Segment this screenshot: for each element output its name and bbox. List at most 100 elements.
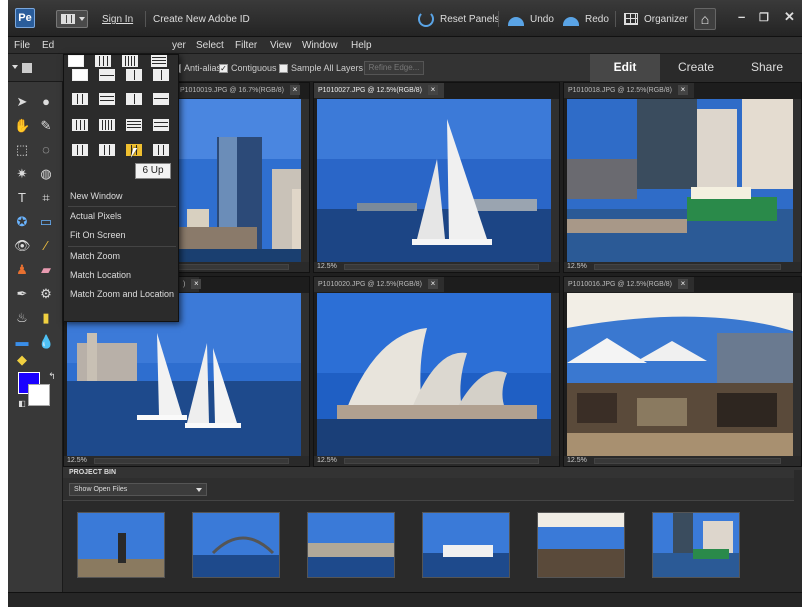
zoom-tool-icon[interactable]: ●: [38, 94, 54, 110]
clone-stamp-icon[interactable]: ♟: [14, 262, 30, 278]
close-tab-icon[interactable]: ×: [428, 279, 438, 289]
vertical-scrollbar[interactable]: [551, 99, 559, 262]
layout-6up-grid-icon[interactable]: [153, 144, 169, 156]
thumbnail-circular-quay[interactable]: [652, 512, 740, 578]
vertical-scrollbar[interactable]: [793, 99, 801, 262]
menu-match-location[interactable]: Match Location: [70, 270, 131, 280]
menu-match-zoom-location[interactable]: Match Zoom and Location: [70, 289, 174, 299]
shape-tool-icon[interactable]: ▬: [14, 334, 30, 350]
layout-3up-vertical-icon[interactable]: [72, 93, 88, 105]
red-eye-tool-icon[interactable]: 👁: [14, 238, 31, 254]
close-tab-icon[interactable]: ×: [290, 85, 300, 95]
home-button[interactable]: ⌂: [694, 8, 716, 30]
type-tool-icon[interactable]: T: [14, 190, 30, 206]
menu-match-zoom[interactable]: Match Zoom: [70, 251, 120, 261]
layout-2up-horizontal-icon[interactable]: [99, 69, 115, 81]
horizontal-scrollbar[interactable]: [94, 458, 289, 464]
reset-panels-button[interactable]: Reset Panels: [418, 10, 499, 28]
horizontal-scrollbar[interactable]: [594, 264, 781, 270]
tab-share[interactable]: Share: [732, 54, 802, 82]
layout-4up-vertical-icon[interactable]: [72, 119, 88, 131]
paint-bucket-icon[interactable]: ♨: [14, 310, 30, 326]
tab-edit[interactable]: Edit: [590, 54, 660, 82]
sign-in-link[interactable]: Sign In: [102, 14, 133, 25]
thumbnail-cafe[interactable]: [537, 512, 625, 578]
blur-tool-icon[interactable]: 💧: [38, 334, 54, 350]
menu-actual-pixels[interactable]: Actual Pixels: [70, 211, 122, 221]
swap-colors-icon[interactable]: ↰: [44, 368, 60, 384]
smart-brush-icon[interactable]: ⚙: [38, 286, 54, 302]
menu-select[interactable]: Select: [196, 40, 224, 51]
straighten-tool-icon[interactable]: ▭: [38, 214, 54, 230]
brush-tool-icon[interactable]: ✒: [14, 286, 30, 302]
thumbnail-statue[interactable]: [77, 512, 165, 578]
minimize-button[interactable]: –: [738, 9, 745, 24]
menu-file[interactable]: File: [14, 40, 30, 51]
project-bin-filter-select[interactable]: Show Open Files: [69, 483, 207, 496]
anti-alias-checkbox[interactable]: ✓ Anti-alias: [172, 63, 221, 73]
menu-new-window[interactable]: New Window: [70, 191, 123, 201]
cookie-cutter-icon[interactable]: ✪: [14, 214, 30, 230]
thumbnail-ferry[interactable]: [422, 512, 510, 578]
quick-selection-icon[interactable]: ◍: [38, 166, 54, 182]
document-tab[interactable]: P1010016.JPG @ 12.5%(RGB/8) ×: [564, 277, 694, 292]
magic-wand-icon[interactable]: ✷: [14, 166, 30, 182]
vertical-scrollbar[interactable]: [301, 293, 309, 456]
contiguous-checkbox[interactable]: ✓ Contiguous: [219, 63, 277, 73]
document-window[interactable]: P1010020.JPG @ 12.5%(RGB/8) × 12.5%: [313, 276, 560, 467]
menu-layer[interactable]: yer: [172, 40, 186, 51]
sample-all-layers-checkbox[interactable]: Sample All Layers: [279, 63, 363, 73]
menu-filter[interactable]: Filter: [235, 40, 257, 51]
eyedropper-icon[interactable]: ✎: [38, 118, 54, 134]
background-color-swatch[interactable]: [28, 384, 50, 406]
tab-create[interactable]: Create: [661, 54, 731, 82]
marquee-tool-icon[interactable]: ⬚: [14, 142, 30, 158]
menu-fit-on-screen[interactable]: Fit On Screen: [70, 230, 126, 240]
menu-view[interactable]: View: [270, 40, 292, 51]
document-tab[interactable]: P1010020.JPG @ 12.5%(RGB/8) ×: [314, 277, 444, 292]
organizer-button[interactable]: Organizer: [624, 10, 688, 28]
refine-edge-button[interactable]: Refine Edge...: [364, 61, 424, 75]
layout-rows-icon[interactable]: [151, 55, 167, 67]
layout-columns-icon[interactable]: [122, 55, 138, 67]
close-tab-icon[interactable]: ×: [678, 85, 688, 95]
close-tab-icon[interactable]: ×: [428, 85, 438, 95]
close-tab-icon[interactable]: ×: [191, 279, 202, 289]
thumbnail-bridge[interactable]: [192, 512, 280, 578]
vertical-scrollbar[interactable]: [301, 99, 309, 262]
layout-button[interactable]: [56, 10, 88, 28]
layout-grid-icon[interactable]: [95, 55, 111, 67]
thumbnail-harbour[interactable]: [307, 512, 395, 578]
redo-button[interactable]: Redo: [563, 10, 609, 28]
move-tool-icon[interactable]: ➤: [14, 94, 30, 110]
document-tab[interactable]: P1010018.JPG @ 12.5%(RGB/8) ×: [564, 83, 694, 98]
create-adobe-id-link[interactable]: Create New Adobe ID: [153, 14, 250, 25]
layout-4up-grid-icon[interactable]: [153, 119, 169, 131]
crop-tool-icon[interactable]: ⌗: [38, 190, 54, 206]
horizontal-scrollbar[interactable]: [594, 458, 781, 464]
layout-4up-columns-icon[interactable]: [99, 119, 115, 131]
eraser-icon[interactable]: ▰: [38, 262, 54, 278]
layout-3up-icon[interactable]: [153, 69, 169, 81]
layout-3up-horizontal-icon[interactable]: [99, 93, 115, 105]
layout-2up-vertical-icon[interactable]: [126, 69, 142, 81]
healing-brush-icon[interactable]: ∕: [38, 238, 54, 254]
lasso-tool-icon[interactable]: ◌: [38, 142, 54, 158]
undo-button[interactable]: Undo: [508, 10, 554, 28]
menu-edit[interactable]: Ed: [42, 40, 54, 51]
vertical-scrollbar[interactable]: [793, 293, 801, 456]
layout-single-icon[interactable]: [72, 69, 88, 81]
vertical-scrollbar[interactable]: [551, 293, 559, 456]
tool-preset-picker[interactable]: [12, 61, 38, 75]
menu-help[interactable]: Help: [351, 40, 372, 51]
layout-3up-mixed-icon[interactable]: [153, 93, 169, 105]
close-button[interactable]: ✕: [784, 9, 795, 25]
layout-6up-alt-icon[interactable]: [99, 144, 115, 156]
horizontal-scrollbar[interactable]: [344, 458, 539, 464]
layout-5up-icon[interactable]: [72, 144, 88, 156]
default-colors-icon[interactable]: ◧: [14, 396, 30, 412]
maximize-button[interactable]: ❐: [759, 11, 769, 24]
document-window[interactable]: P1010016.JPG @ 12.5%(RGB/8) × 12.5%: [563, 276, 802, 467]
document-tab[interactable]: P1010027.JPG @ 12.5%(RGB/8) ×: [314, 83, 444, 98]
horizontal-scrollbar[interactable]: [344, 264, 539, 270]
